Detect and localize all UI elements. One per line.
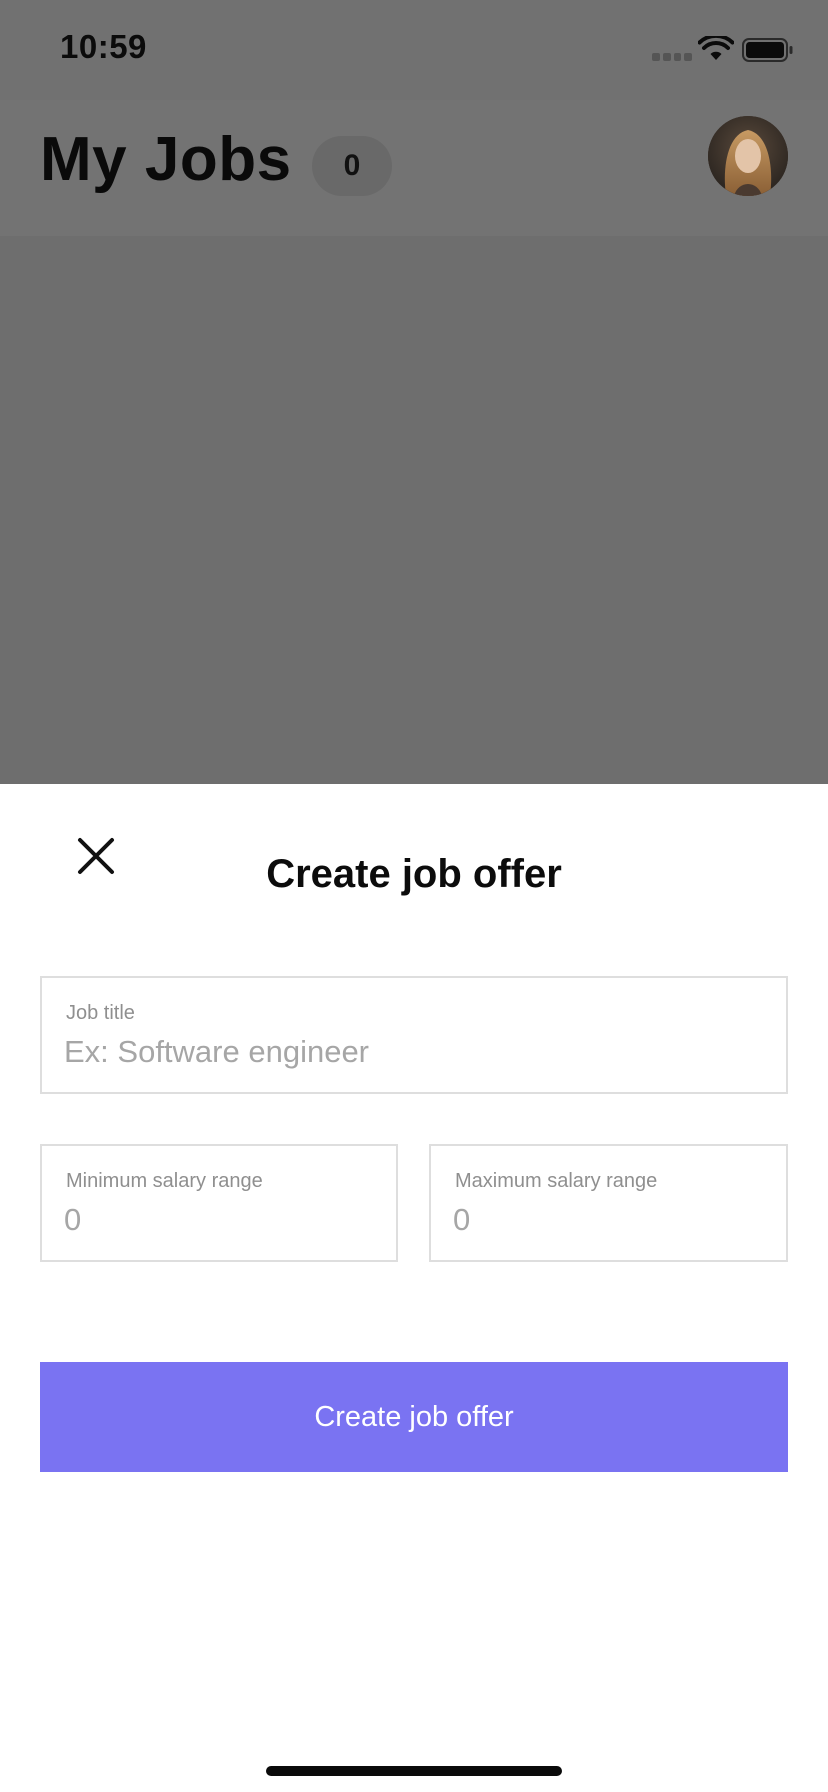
avatar-image [708,116,788,196]
job-title-label: Job title [66,1002,135,1024]
status-bar: 10:59 [0,0,828,100]
max-salary-field[interactable]: Maximum salary range [429,1144,788,1262]
avatar[interactable] [708,116,788,196]
create-job-offer-button[interactable]: Create job offer [40,1362,788,1472]
sheet-title: Create job offer [266,852,562,896]
job-count-badge: 0 [312,136,392,196]
max-salary-label: Maximum salary range [455,1170,658,1192]
min-salary-label: Minimum salary range [66,1170,263,1192]
min-salary-input[interactable] [64,1200,374,1240]
modal-backdrop[interactable] [0,236,828,784]
job-title-input[interactable] [64,1032,764,1072]
app-header: My Jobs 0 [0,100,828,236]
cellular-signal-icon [652,53,692,63]
job-title-field[interactable]: Job title [40,976,788,1094]
page-title: My Jobs [40,125,292,194]
min-salary-field[interactable]: Minimum salary range [40,1144,398,1262]
max-salary-input[interactable] [453,1200,764,1240]
home-indicator [266,1766,562,1776]
create-job-offer-sheet: Create job offer Job title Minimum salar… [0,784,828,1792]
status-time: 10:59 [60,28,147,65]
wifi-icon [698,36,734,60]
battery-icon [742,38,793,62]
